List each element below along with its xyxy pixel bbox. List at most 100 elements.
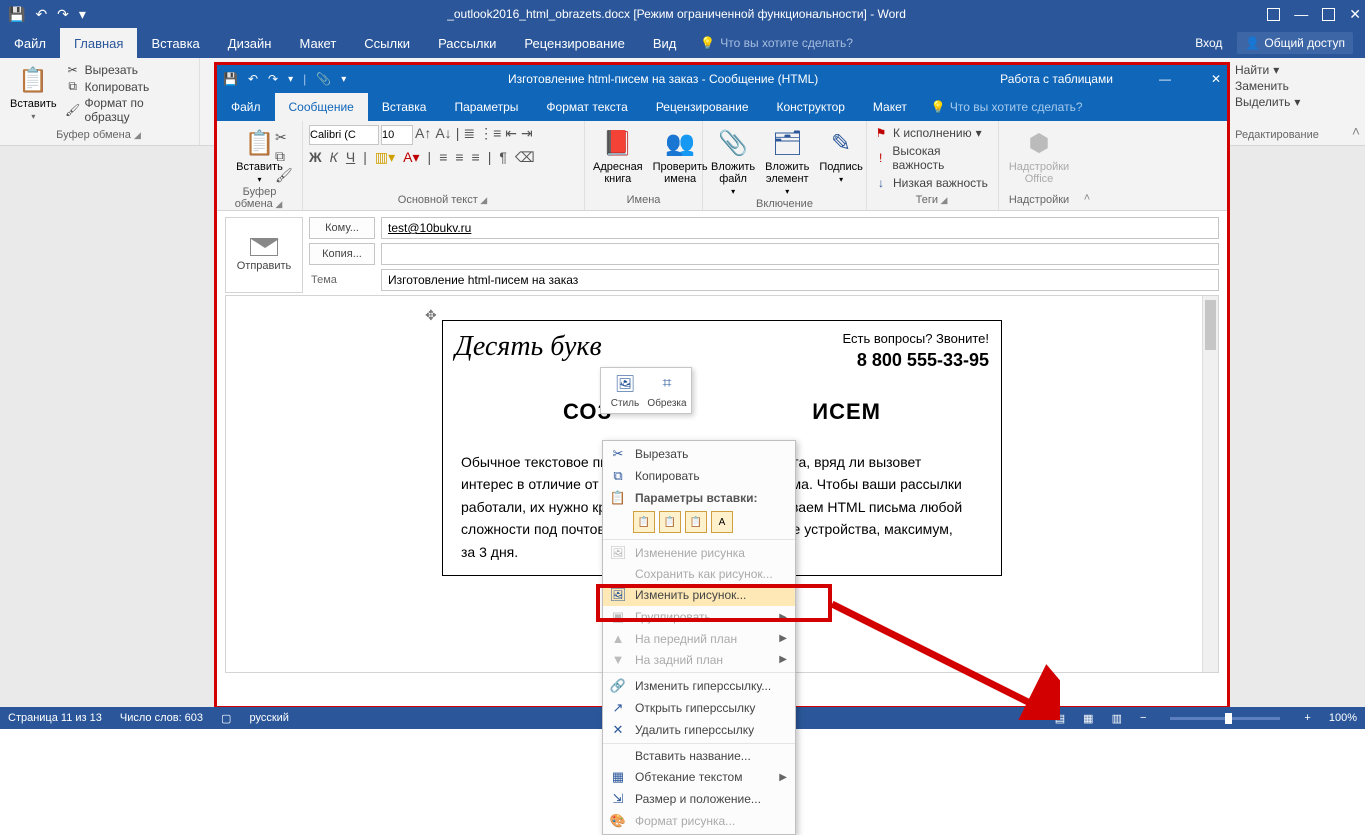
highlight-icon[interactable]: ▥▾ [375,149,395,166]
ol-tellme[interactable]: 💡Что вы хотите сделать? [931,93,1083,121]
ol-tab-insert[interactable]: Вставка [368,93,441,121]
close-icon[interactable]: ✕ [1349,6,1361,23]
style-button[interactable]: 🖼Стиль [605,372,645,409]
table-anchor-icon[interactable]: ✥ [425,307,437,324]
copy-button[interactable]: ⧉Копировать [65,78,191,95]
ctx-copy[interactable]: ⧉Копировать [603,465,795,487]
scrollbar-thumb[interactable] [1205,300,1216,350]
tab-layout[interactable]: Макет [285,28,350,58]
align-center-icon[interactable]: ≡ [455,149,463,166]
signin-link[interactable]: Вход [1195,36,1222,50]
ctx-cut[interactable]: ✂Вырезать [603,443,795,465]
italic-icon[interactable]: К [330,149,338,166]
tab-insert[interactable]: Вставка [137,28,213,58]
minimize-icon[interactable]: — [1294,6,1308,22]
cc-field[interactable] [381,243,1219,265]
status-language[interactable]: русский [249,712,288,724]
numbering-icon[interactable]: ⋮≡ [479,125,501,145]
ol-qat-more-icon[interactable]: ▾ [288,74,293,85]
cut-button[interactable]: ✂Вырезать [65,62,191,78]
ol-save-icon[interactable]: 💾 [223,72,238,86]
attach-icon[interactable]: 📎 [316,72,331,86]
tab-file[interactable]: Файл [0,28,60,58]
ol-close-icon[interactable]: ✕ [1211,72,1221,86]
ol-tab-layout[interactable]: Макет [859,93,921,121]
ol-tab-review[interactable]: Рецензирование [642,93,763,121]
ol-undo-icon[interactable]: ↶ [248,72,258,86]
subject-field[interactable] [381,269,1219,291]
ol-ribbon-display-icon[interactable] [1133,73,1145,85]
to-field[interactable] [381,217,1219,239]
address-book-button[interactable]: 📕Адресная книга [591,125,645,187]
low-importance-button[interactable]: ↓Низкая важность [873,175,988,191]
ol-ribbon-collapse-icon[interactable]: ˄ [1079,121,1095,210]
followup-button[interactable]: ⚑К исполнению ▾ [873,125,982,141]
zoom-slider[interactable] [1170,717,1280,720]
ctx-size-position[interactable]: ⇲Размер и положение... [603,788,795,810]
align-right-icon[interactable]: ≡ [472,149,480,166]
high-importance-button[interactable]: !Высокая важность [873,143,992,173]
paste-opt-2[interactable]: 📋 [659,511,681,533]
word-tellme[interactable]: 💡Что вы хотите сделать? [700,28,853,58]
ctx-insert-caption[interactable]: Вставить название... [603,746,795,766]
ctx-edit-hyperlink[interactable]: 🔗Изменить гиперссылку... [603,675,795,697]
clear-fmt-icon[interactable]: ⌫ [515,149,535,166]
ol-tab-options[interactable]: Параметры [440,93,532,121]
tab-mailings[interactable]: Рассылки [424,28,510,58]
tab-review[interactable]: Рецензирование [510,28,638,58]
outdent-icon[interactable]: ⇤ [505,125,517,145]
shrink-font-icon[interactable]: A↓ [435,125,451,145]
ctx-edit-picture[interactable]: 🖼Изменить рисунок... [603,584,795,606]
align-left-icon[interactable]: ≡ [439,149,447,166]
signature-button[interactable]: ✎Подпись▾ [817,125,865,186]
scrollbar[interactable] [1202,296,1218,672]
ribbon-collapse-icon[interactable]: ˄ [1347,58,1365,145]
attach-file-button[interactable]: 📎Вложить файл▾ [709,125,757,198]
paste-opt-3[interactable]: 📋 [685,511,707,533]
font-name-input[interactable] [309,125,379,145]
attach-item-button[interactable]: 🗂Вложить элемент▾ [763,125,811,198]
paragraph-icon[interactable]: ¶ [499,149,507,166]
paste-opt-4[interactable]: A [711,511,733,533]
maximize-icon[interactable] [1322,8,1335,21]
ol-tab-file[interactable]: Файл [217,93,275,121]
zoom-in-icon[interactable]: + [1304,712,1310,724]
check-names-button[interactable]: 👥Проверить имена [651,125,710,187]
status-proofing-icon[interactable]: ▢ [221,712,231,725]
crop-button[interactable]: ⌗Обрезка [647,372,687,409]
ol-fmtpainter-icon[interactable]: 🖌 [275,167,293,184]
format-painter-button[interactable]: 🖌Формат по образцу [65,95,191,125]
ol-tab-design[interactable]: Конструктор [763,93,859,121]
ctx-remove-hyperlink[interactable]: ✕Удалить гиперссылку [603,719,795,741]
paste-opt-1[interactable]: 📋 [633,511,655,533]
send-button[interactable]: Отправить [225,217,303,293]
ol-redo-icon[interactable]: ↷ [268,72,278,86]
ol-cut-icon[interactable]: ✂ [275,129,293,146]
redo-icon[interactable]: ↷ [57,6,69,23]
ctx-open-hyperlink[interactable]: ↗Открыть гиперссылку [603,697,795,719]
zoom-value[interactable]: 100% [1329,712,1357,724]
ol-copy-icon[interactable]: ⧉ [275,148,293,165]
tab-refs[interactable]: Ссылки [350,28,424,58]
zoom-out-icon[interactable]: − [1140,712,1146,724]
tab-design[interactable]: Дизайн [214,28,286,58]
cc-button[interactable]: Копия... [309,243,375,265]
qat-more-icon[interactable]: ▾ [79,6,86,23]
to-button[interactable]: Кому... [309,217,375,239]
ol-maximize-icon[interactable] [1185,73,1197,85]
view-read-icon[interactable]: ▤ [1055,712,1065,725]
ol-tab-format[interactable]: Формат текста [532,93,641,121]
view-web-icon[interactable]: ▥ [1112,712,1122,725]
bold-icon[interactable]: Ж [309,149,322,166]
tab-home[interactable]: Главная [60,28,137,58]
ribbon-display-icon[interactable] [1267,8,1280,21]
ol-minimize-icon[interactable]: — [1159,72,1171,86]
bullets-icon[interactable]: ≣ [463,125,475,145]
ctx-wrap-text[interactable]: ▦Обтекание текстом▶ [603,766,795,788]
save-icon[interactable]: 💾 [8,6,25,23]
undo-icon[interactable]: ↶ [35,6,47,23]
view-print-icon[interactable]: ▦ [1083,712,1093,725]
office-addins-button[interactable]: ⬢Надстройки Office [1005,125,1073,187]
share-button[interactable]: 👤Общий доступ [1237,32,1353,54]
font-color-icon[interactable]: A▾ [403,149,419,166]
